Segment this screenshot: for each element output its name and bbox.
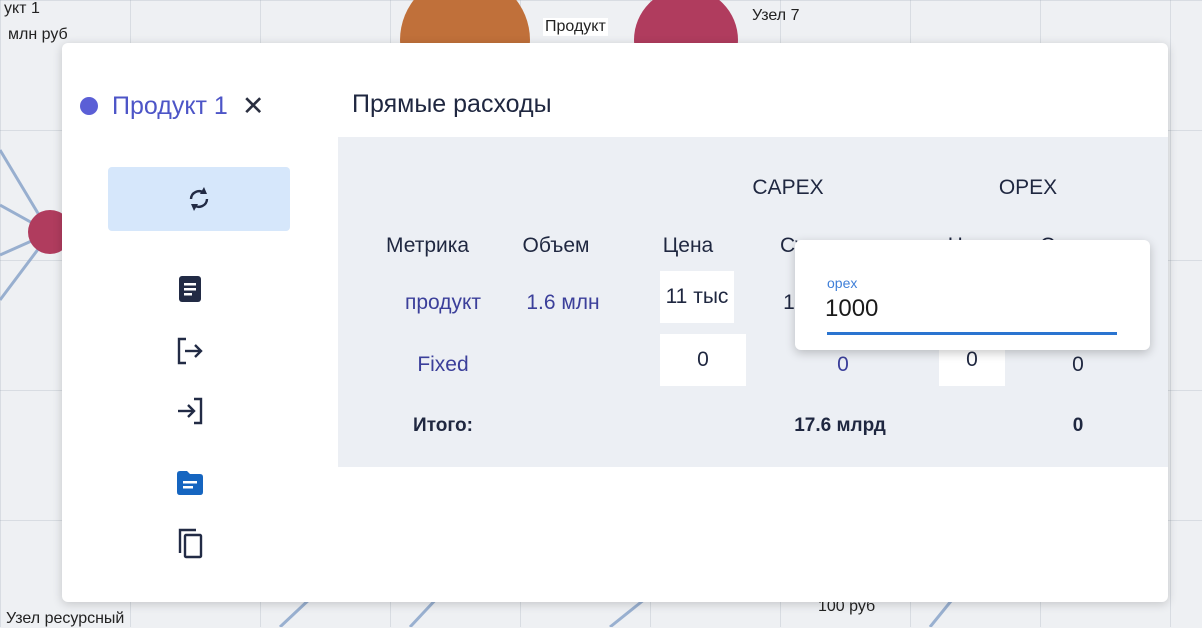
node-label: Узел ресурсный (6, 610, 125, 627)
group-header-opex: OPEX (998, 176, 1058, 199)
document-button[interactable] (176, 273, 204, 305)
product-name: Продукт 1 (112, 91, 228, 120)
editor-label: opex (827, 275, 858, 291)
node-label: Продукт (543, 18, 608, 36)
folder-button[interactable] (176, 467, 204, 499)
close-icon[interactable]: ✕ (242, 92, 265, 120)
total-capex-sum: 17.6 млрд (794, 415, 886, 436)
opex-value-input[interactable] (825, 295, 1105, 323)
opex-sum: 0 (1072, 353, 1084, 376)
capex-sum: 0 (837, 353, 849, 376)
copy-button[interactable] (176, 527, 204, 559)
sync-button[interactable] (108, 167, 290, 231)
document-icon (179, 276, 201, 302)
folder-icon (177, 471, 203, 495)
export-button[interactable] (176, 335, 204, 367)
column-header: Цена (662, 234, 714, 257)
capex-price-input[interactable]: 11 тыс (660, 271, 734, 323)
column-header: Объем (522, 234, 590, 257)
row-metric: Fixed (417, 353, 469, 376)
import-button[interactable] (176, 395, 204, 427)
row-metric: продукт (404, 291, 482, 314)
total-label: Итого: (413, 415, 473, 436)
import-icon (178, 397, 203, 425)
sync-icon (189, 187, 209, 211)
opex-editor-popup: opex (795, 240, 1150, 350)
product-color-dot (80, 97, 98, 115)
row-volume: 1.6 млн (526, 291, 600, 314)
column-header: Метрика (386, 234, 470, 257)
capex-price-input[interactable]: 0 (660, 334, 746, 386)
modal-header: Продукт 1 ✕ (80, 91, 264, 121)
export-icon (177, 337, 203, 365)
total-opex-sum: 0 (1072, 415, 1084, 436)
node-label: Узел 7 (752, 7, 800, 24)
editor-underline (827, 332, 1117, 335)
group-header-capex: CAPEX (752, 176, 824, 199)
node-label: млн руб (8, 26, 68, 43)
section-title: Прямые расходы (352, 90, 552, 118)
node-label: укт 1 (4, 0, 40, 17)
copy-icon (178, 528, 203, 559)
